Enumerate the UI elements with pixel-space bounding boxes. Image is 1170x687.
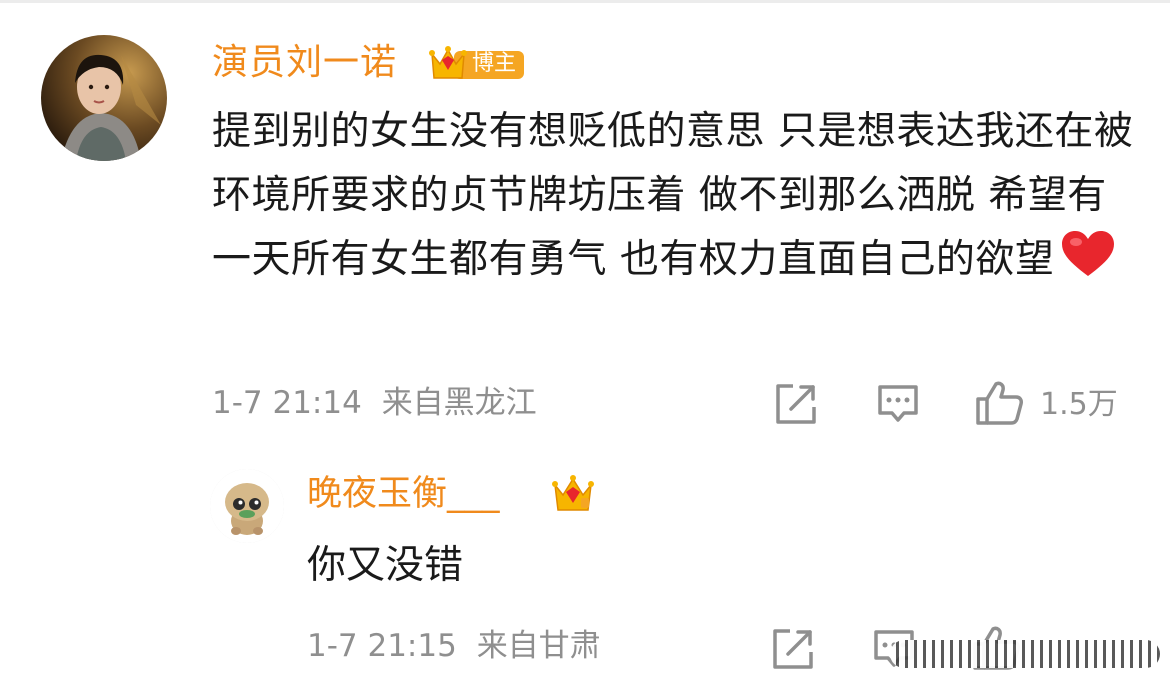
watermark-overlay: [890, 640, 1160, 668]
thumbs-up-icon: [976, 381, 1023, 425]
reply-time: 1-7 21:15: [307, 628, 457, 664]
like-button[interactable]: [975, 380, 1025, 426]
share-box-icon: [773, 629, 813, 669]
comment-meta: 1-7 21:14 来自黑龙江: [212, 388, 537, 419]
heart-icon: [1062, 231, 1115, 276]
crown-icon: [552, 475, 594, 511]
comment-button[interactable]: [876, 382, 920, 426]
blogger-badge-label: 博主: [472, 51, 517, 76]
reply-text: 你又没错: [307, 543, 464, 588]
comment-text: 提到别的女生没有想贬低的意思 只是想表达我还在被环境所要求的贞节牌坊压着 做不到…: [212, 100, 1142, 292]
reply-author-name[interactable]: 晚夜玉衡___: [307, 477, 500, 512]
reply-author-avatar[interactable]: [210, 469, 284, 543]
reply-repost-button[interactable]: [770, 626, 816, 672]
blogger-badge[interactable]: 博主: [428, 42, 526, 84]
heart-emoji: [1060, 230, 1116, 278]
author-name[interactable]: 演员刘一诺: [212, 45, 397, 81]
comment-location: 来自黑龙江: [381, 385, 537, 421]
comment-text-content: 提到别的女生没有想贬低的意思 只是想表达我还在被环境所要求的贞节牌坊压着 做不到…: [212, 109, 1134, 282]
comment-time: 1-7 21:14: [212, 385, 362, 421]
comment-bubble-icon: [878, 385, 918, 422]
reply-location: 来自甘肃: [476, 628, 601, 664]
author-avatar[interactable]: [41, 35, 167, 161]
share-box-icon: [776, 384, 816, 424]
like-count: 1.5万: [1040, 387, 1118, 422]
reply-meta: 1-7 21:15 来自甘肃: [307, 631, 601, 662]
repost-button[interactable]: [773, 381, 819, 427]
member-crown-badge: [551, 472, 595, 514]
top-divider: [0, 0, 1170, 3]
